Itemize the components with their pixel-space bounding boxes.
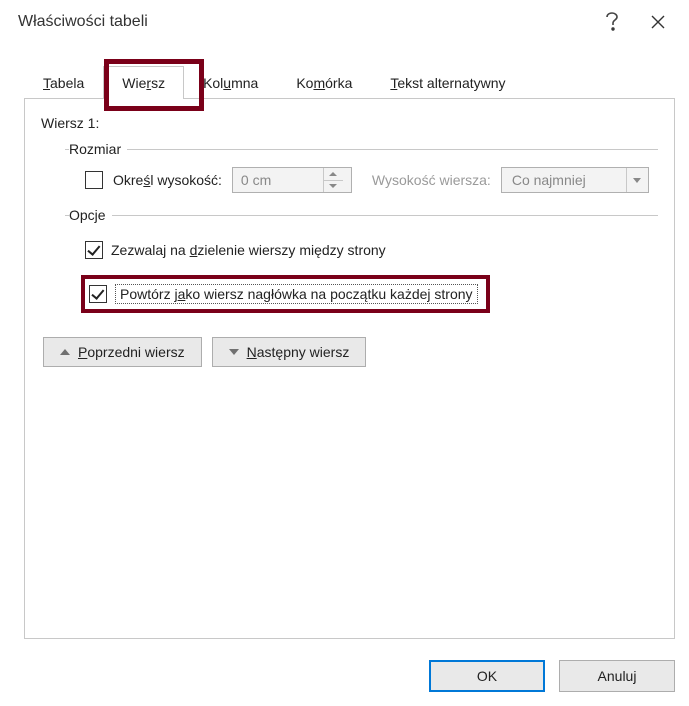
tab-column[interactable]: Kolumna [184,66,277,99]
spinner-down[interactable] [324,180,343,193]
checkbox-specify-height[interactable] [85,171,103,189]
dialog-footer: OK Anuluj [429,660,675,692]
combo-height-type-button[interactable] [626,168,648,192]
chevron-down-icon [633,178,641,183]
cancel-button[interactable]: Anuluj [559,660,675,692]
next-row-button[interactable]: Następny wiersz [212,337,367,367]
group-size: Rozmiar Określ wysokość: Wysokość wiersz… [65,141,658,199]
tab-row[interactable]: Wiersz [103,66,184,99]
group-size-legend: Rozmiar [69,141,127,157]
option-repeat-header-row: Powtórz jako wiersz nagłówka na początku… [81,275,490,313]
checkbox-allow-break[interactable] [85,241,103,259]
label-specify-height[interactable]: Określ wysokość: [113,172,222,188]
combo-height-type-value: Co najmniej [502,172,626,188]
chevron-down-icon [329,184,337,188]
window-title: Właściwości tabeli [18,13,589,31]
option-allow-break-row: Zezwalaj na dzielenie wierszy między str… [85,237,658,263]
tab-table[interactable]: Tabela [24,66,103,99]
row-nav-buttons: Poprzedni wiersz Następny wiersz [43,337,658,367]
chevron-up-icon [329,172,337,176]
help-icon [605,12,619,32]
label-height-type: Wysokość wiersza: [372,172,491,188]
spinner-height[interactable] [232,167,352,193]
help-button[interactable] [589,2,635,42]
group-options: Opcje Zezwalaj na dzielenie wierszy międ… [65,207,658,319]
current-row-label: Wiersz 1: [41,115,658,131]
close-icon [651,15,665,29]
triangle-down-icon [229,349,239,355]
tab-panel-row: Wiersz 1: Rozmiar Określ wysokość: Wysok… [24,99,675,639]
combo-height-type[interactable]: Co najmniej [501,167,649,193]
tab-strip: Tabela Wiersz Kolumna Komórka Tekst alte… [24,66,675,99]
close-button[interactable] [635,2,681,42]
label-allow-break[interactable]: Zezwalaj na dzielenie wierszy między str… [111,242,386,258]
checkbox-repeat-header[interactable] [89,285,107,303]
tab-cell[interactable]: Komórka [277,66,371,99]
title-bar: Właściwości tabeli [0,0,689,44]
triangle-up-icon [60,349,70,355]
spinner-up[interactable] [324,168,343,180]
tab-alt-text[interactable]: Tekst alternatywny [371,66,524,99]
group-options-legend: Opcje [69,207,112,223]
input-height-value[interactable] [233,168,323,192]
prev-row-button[interactable]: Poprzedni wiersz [43,337,202,367]
ok-button[interactable]: OK [429,660,545,692]
label-repeat-header[interactable]: Powtórz jako wiersz nagłówka na początku… [115,284,478,304]
